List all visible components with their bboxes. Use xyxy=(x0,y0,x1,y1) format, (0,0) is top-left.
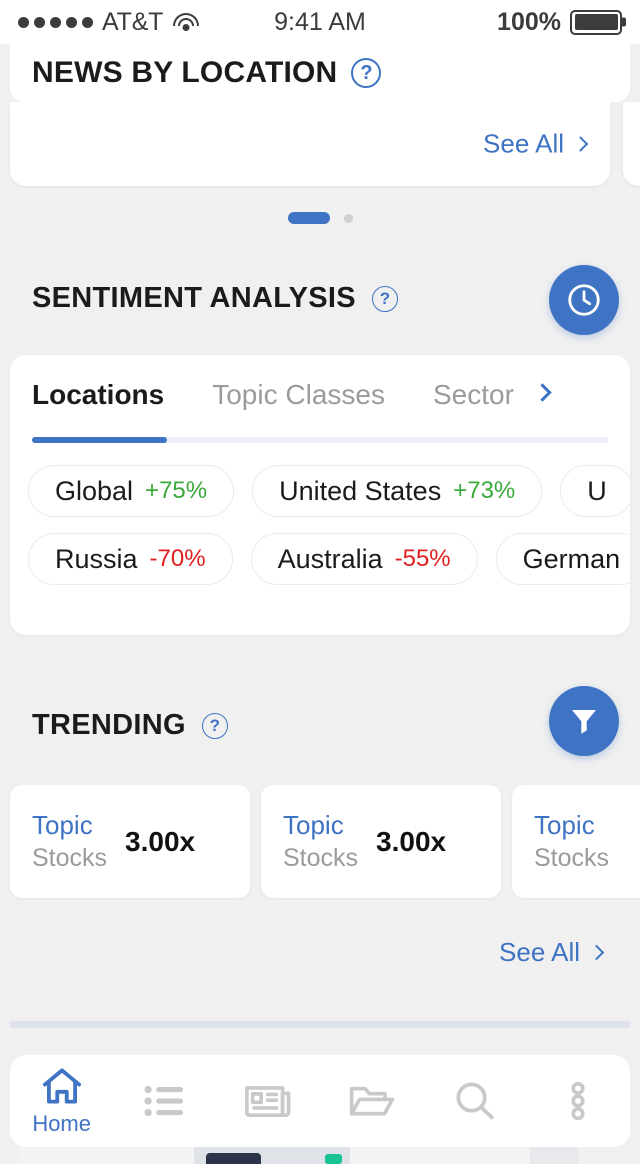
chip-label: U xyxy=(587,475,607,506)
trending-topic-label: Topic xyxy=(283,810,344,840)
sentiment-analysis-card: Locations Topic Classes Sector Global +7… xyxy=(10,355,630,635)
trending-card-text: Topic Stocks xyxy=(534,810,609,873)
trending-section-header: TRENDING ? xyxy=(32,709,228,742)
bottom-navigation-bar: Home xyxy=(10,1055,630,1147)
nav-item-more[interactable] xyxy=(527,1055,630,1147)
newspaper-icon xyxy=(245,1086,291,1118)
sentiment-chip[interactable]: Russia -70% xyxy=(28,533,233,585)
chevron-right-icon xyxy=(572,136,589,152)
nav-item-list[interactable] xyxy=(113,1055,216,1147)
carousel-page-2[interactable] xyxy=(343,213,353,223)
chip-label: Russia xyxy=(55,543,138,574)
trending-card[interactable]: Topic Stocks xyxy=(512,785,640,898)
question-mark-circle-icon[interactable]: ? xyxy=(201,712,228,739)
chip-label: Australia xyxy=(277,543,383,574)
nav-item-news[interactable] xyxy=(217,1055,320,1147)
trending-card[interactable]: Topic Stocks 3.00x xyxy=(10,785,250,898)
chip-value: -70% xyxy=(149,545,206,572)
sentiment-chip-row: Russia -70% Australia -55% German xyxy=(28,533,630,585)
news-by-location-card-next[interactable] xyxy=(623,102,640,186)
trending-title: TRENDING xyxy=(32,709,186,741)
sentiment-chip[interactable]: United States +73% xyxy=(252,465,543,517)
tabs-scroll-next-button[interactable] xyxy=(533,383,552,404)
chip-label: Global xyxy=(55,475,134,506)
chip-label: German xyxy=(522,543,621,574)
folder-open-icon xyxy=(349,1086,394,1116)
nav-item-search[interactable] xyxy=(423,1055,526,1147)
search-icon xyxy=(456,1082,494,1120)
page-title: NEWS BY LOCATION xyxy=(32,56,338,89)
nav-item-home[interactable]: Home xyxy=(10,1055,113,1147)
chip-value: +75% xyxy=(145,477,208,504)
chip-label: United States xyxy=(279,475,442,506)
sentiment-tabs: Locations Topic Classes Sector xyxy=(32,379,630,411)
trending-subtitle-label: Stocks xyxy=(283,844,359,872)
sentiment-chip[interactable]: German xyxy=(495,533,630,585)
home-icon xyxy=(42,1067,81,1104)
battery-full-icon xyxy=(570,9,622,35)
trending-card-text: Topic Stocks xyxy=(283,810,358,873)
trending-topic-label: Topic xyxy=(32,810,93,840)
tab-indicator-track xyxy=(32,437,608,443)
status-bar-right: 100% xyxy=(497,8,622,37)
trending-topic-label: Topic xyxy=(534,810,595,840)
trending-multiplier: 3.00x xyxy=(376,825,447,857)
tab-locations[interactable]: Locations xyxy=(32,379,164,411)
trending-card[interactable]: Topic Stocks 3.00x xyxy=(261,785,501,898)
sentiment-section-header: SENTIMENT ANALYSIS ? xyxy=(32,282,398,315)
trending-card-text: Topic Stocks xyxy=(32,810,107,873)
status-bar: AT&T 9:41 AM 100% xyxy=(0,0,640,44)
question-mark-circle-icon[interactable]: ? xyxy=(371,285,398,312)
chip-value: -55% xyxy=(394,545,451,572)
sentiment-chip-list: Global +75% United States +73% U Russia … xyxy=(28,465,630,601)
nav-home-label: Home xyxy=(32,1110,91,1136)
page-header: NEWS BY LOCATION ? xyxy=(10,44,630,102)
news-see-all-label: See All xyxy=(483,128,564,159)
sentiment-chip[interactable]: Australia -55% xyxy=(250,533,478,585)
question-mark-circle-icon[interactable]: ? xyxy=(351,58,382,88)
app-screen: AT&T 9:41 AM 100% NEWS BY LOCATION ? See… xyxy=(0,0,640,1164)
sentiment-title: SENTIMENT ANALYSIS xyxy=(32,282,356,314)
sentiment-chip[interactable]: U xyxy=(560,465,630,517)
chevron-right-icon xyxy=(588,944,605,961)
sentiment-history-button[interactable] xyxy=(549,265,619,335)
list-icon xyxy=(144,1085,184,1117)
news-see-all-button[interactable]: See All xyxy=(483,128,589,160)
filter-funnel-icon xyxy=(571,709,597,734)
trending-subtitle-label: Stocks xyxy=(534,844,610,872)
carrier-label: AT&T xyxy=(102,7,164,36)
sentiment-chip[interactable]: Global +75% xyxy=(28,465,235,517)
carousel-page-1-active[interactable] xyxy=(287,212,330,224)
section-divider xyxy=(10,1021,630,1028)
background-green-accent xyxy=(325,1154,342,1164)
background-dark-element xyxy=(206,1153,261,1164)
trending-see-all-button[interactable]: See All xyxy=(499,937,605,968)
trending-see-all-label: See All xyxy=(499,937,580,967)
clock-icon xyxy=(568,284,600,316)
background-panel-right xyxy=(350,1147,530,1164)
trending-subtitle-label: Stocks xyxy=(32,844,108,872)
background-panel-left xyxy=(20,1147,194,1164)
signal-strength-icon xyxy=(18,16,93,28)
carousel-pagination[interactable] xyxy=(0,212,640,224)
wifi-icon xyxy=(172,12,200,32)
chip-value: +73% xyxy=(453,477,516,504)
tab-indicator-active xyxy=(32,437,167,443)
chevron-right-icon xyxy=(533,383,552,402)
news-by-location-card[interactable]: See All xyxy=(10,102,610,186)
tab-topic-classes[interactable]: Topic Classes xyxy=(212,379,385,411)
sentiment-chip-row: Global +75% United States +73% U xyxy=(28,465,630,517)
background-panel-far-right xyxy=(530,1147,578,1164)
battery-percent-label: 100% xyxy=(497,7,561,36)
trending-filter-button[interactable] xyxy=(549,686,619,756)
nav-item-folder[interactable] xyxy=(320,1055,423,1147)
status-bar-left: AT&T xyxy=(18,8,200,37)
trending-multiplier: 3.00x xyxy=(125,825,196,857)
more-vertical-icon xyxy=(571,1081,585,1121)
tab-sector[interactable]: Sector xyxy=(433,379,514,411)
